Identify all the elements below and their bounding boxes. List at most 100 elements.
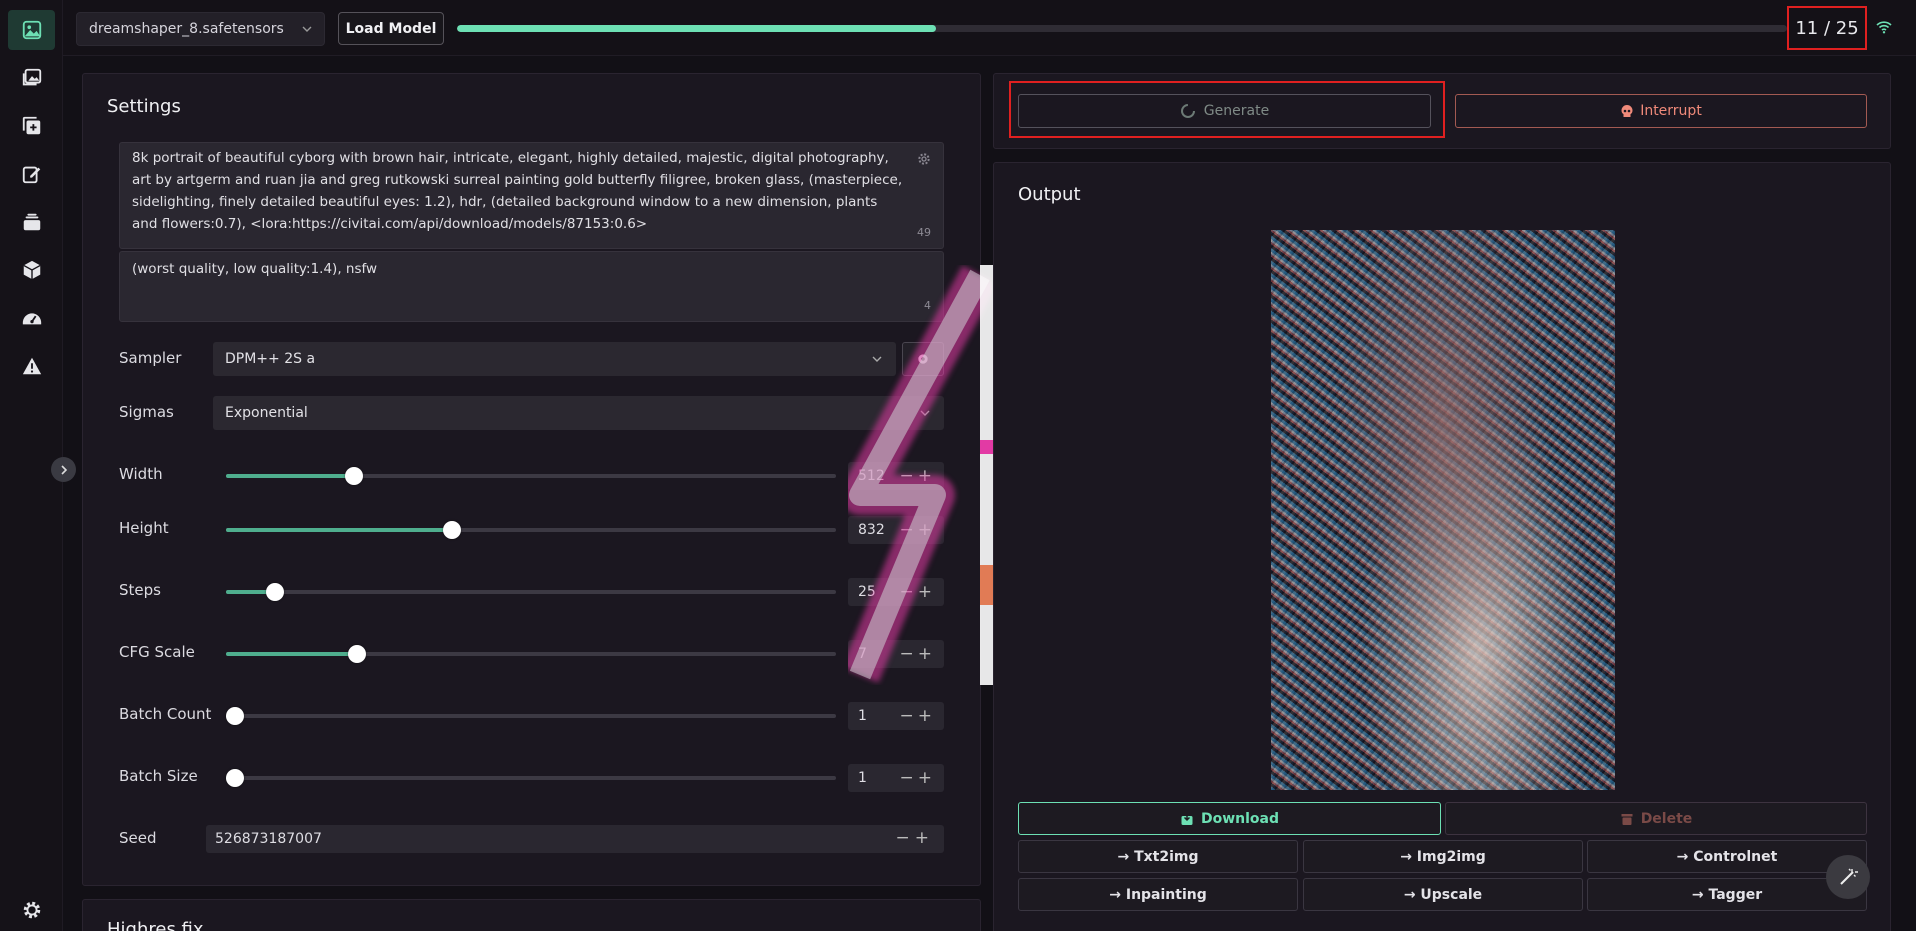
- height-slider[interactable]: [226, 521, 836, 539]
- width-stepper[interactable]: −+: [900, 466, 937, 486]
- sigmas-value: Exponential: [225, 405, 308, 421]
- load-model-button[interactable]: Load Model: [338, 12, 444, 45]
- seed-value: 526873187007: [215, 831, 322, 847]
- interrupt-label: Interrupt: [1640, 103, 1702, 119]
- width-value: 512: [858, 468, 885, 484]
- trash-icon: [1621, 813, 1633, 825]
- download-label: Download: [1200, 810, 1280, 827]
- batch-size-slider[interactable]: [226, 769, 836, 787]
- batch-count-input[interactable]: 1 −+: [848, 702, 944, 730]
- sigmas-label: Sigmas: [119, 403, 174, 421]
- width-input[interactable]: 512 −+: [848, 462, 944, 490]
- steps-label: Steps: [119, 581, 161, 599]
- send-to-controlnet-button[interactable]: → Controlnet: [1587, 840, 1867, 873]
- generate-button[interactable]: Generate: [1018, 94, 1431, 128]
- send-to-inpainting-button[interactable]: → Inpainting: [1018, 878, 1298, 911]
- height-stepper[interactable]: −+: [900, 520, 937, 540]
- sidebar-inpaint[interactable]: [8, 154, 55, 194]
- settings-title: Settings: [107, 96, 181, 117]
- image-icon: [22, 20, 41, 40]
- prompt-input[interactable]: 8k portrait of beautiful cyborg with bro…: [119, 142, 944, 249]
- model-select[interactable]: dreamshaper_8.safetensors: [76, 12, 325, 46]
- seed-label: Seed: [119, 829, 157, 847]
- sidebar-img2img[interactable]: [8, 58, 55, 98]
- steps-stepper[interactable]: −+: [900, 582, 937, 602]
- cfg-scale-value: 7: [858, 646, 867, 662]
- batch-count-slider[interactable]: [226, 707, 836, 725]
- highres-panel: [82, 899, 981, 931]
- expand-sidebar-button[interactable]: [51, 457, 76, 482]
- negative-prompt-input[interactable]: (worst quality, low quality:1.4), nsfw: [119, 251, 944, 322]
- images-icon: [22, 68, 41, 86]
- width-slider[interactable]: [226, 467, 836, 485]
- steps-value: 25: [858, 584, 876, 600]
- sigmas-select[interactable]: Exponential: [213, 396, 944, 430]
- sidebar-extra[interactable]: [8, 106, 55, 146]
- chevron-right-icon: [60, 464, 67, 475]
- seed-stepper[interactable]: −+: [896, 828, 935, 848]
- chevron-down-icon: [872, 356, 882, 362]
- chevron-down-icon: [920, 410, 930, 416]
- cfg-scale-stepper[interactable]: −+: [900, 644, 937, 664]
- cfg-scale-slider[interactable]: [226, 645, 836, 663]
- batch-count-stepper[interactable]: −+: [900, 706, 937, 726]
- magic-wand-icon: [1840, 868, 1858, 885]
- cube-icon: [22, 260, 41, 280]
- sidebar-models[interactable]: [8, 202, 55, 242]
- output-image[interactable]: [1271, 230, 1615, 790]
- progress-bar: [457, 25, 1787, 32]
- delete-label: Delete: [1640, 810, 1693, 827]
- steps-slider-thumb[interactable]: [265, 583, 284, 601]
- magic-wand-button[interactable]: [1826, 855, 1870, 899]
- cfg-scale-slider-fill: [226, 652, 358, 656]
- archive-icon: [23, 213, 40, 231]
- batch-size-stepper[interactable]: −+: [900, 768, 937, 788]
- sampler-settings-button[interactable]: [902, 342, 944, 376]
- edit-icon: [22, 166, 40, 184]
- height-slider-thumb[interactable]: [442, 521, 461, 539]
- sampler-select[interactable]: DPM++ 2S a: [213, 342, 896, 376]
- send-to-tagger-button[interactable]: → Tagger: [1587, 878, 1867, 911]
- sidebar-settings[interactable]: [8, 890, 55, 930]
- gear-icon: [918, 354, 928, 364]
- batch-count-value: 1: [858, 708, 867, 724]
- chevron-down-icon: [302, 26, 312, 32]
- seed-input[interactable]: 526873187007 −+: [206, 825, 944, 853]
- batch-size-input[interactable]: 1 −+: [848, 764, 944, 792]
- cfg-scale-label: CFG Scale: [119, 643, 195, 661]
- steps-slider[interactable]: [226, 583, 836, 601]
- width-slider-fill: [226, 474, 355, 478]
- sidebar-txt2img[interactable]: [8, 10, 55, 50]
- batch-size-value: 1: [858, 770, 867, 786]
- sidebar-benchmark[interactable]: [8, 298, 55, 338]
- highres-title: Highres fix: [107, 919, 204, 931]
- sidebar-plugins[interactable]: [8, 250, 55, 290]
- wifi-icon: [1876, 21, 1892, 34]
- gauge-icon: [22, 313, 41, 325]
- progress-fill: [457, 25, 936, 32]
- interrupt-button[interactable]: Interrupt: [1455, 94, 1867, 128]
- height-slider-fill: [226, 528, 452, 532]
- steps-input[interactable]: 25 −+: [848, 578, 944, 606]
- send-to-img2img-button[interactable]: → Img2img: [1303, 840, 1583, 873]
- width-slider-thumb[interactable]: [345, 467, 364, 485]
- negative-token-count: 4: [924, 299, 931, 312]
- download-button[interactable]: Download: [1018, 802, 1441, 835]
- gear-icon[interactable]: [916, 151, 932, 167]
- cfg-scale-input[interactable]: 7 −+: [848, 640, 944, 668]
- sidebar-errors[interactable]: [8, 346, 55, 386]
- height-value: 832: [858, 522, 885, 538]
- sampler-label: Sampler: [119, 349, 182, 367]
- spinner-icon: [1180, 104, 1195, 118]
- batch-count-label: Batch Count: [119, 705, 212, 723]
- sampler-value: DPM++ 2S a: [225, 351, 316, 367]
- output-title: Output: [1018, 184, 1081, 205]
- skull-icon: [1621, 105, 1633, 117]
- gear-icon: [23, 901, 40, 919]
- model-select-value: dreamshaper_8.safetensors: [89, 21, 284, 37]
- height-input[interactable]: 832 −+: [848, 516, 944, 544]
- width-label: Width: [119, 465, 163, 483]
- send-to-upscale-button[interactable]: → Upscale: [1303, 878, 1583, 911]
- delete-button[interactable]: Delete: [1445, 802, 1867, 835]
- send-to-txt2img-button[interactable]: → Txt2img: [1018, 840, 1298, 873]
